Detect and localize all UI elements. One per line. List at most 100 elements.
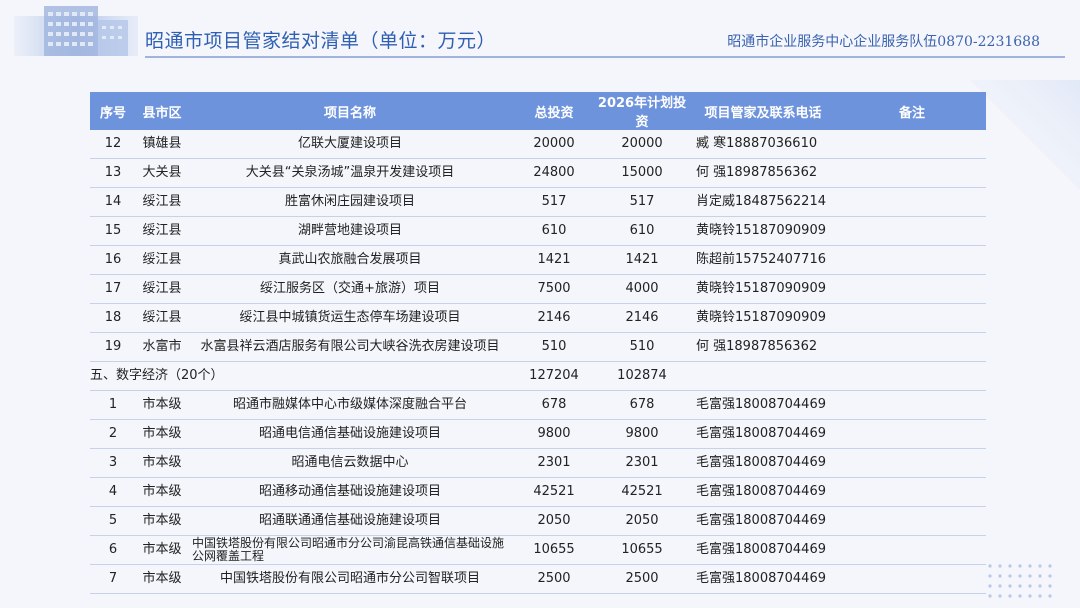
column-header-plan-2026: 2026年计划投资 xyxy=(596,92,688,130)
column-header-county: 县市区 xyxy=(136,92,188,130)
cell-remarks xyxy=(838,187,986,217)
cell-remarks xyxy=(838,332,986,362)
cell-remarks xyxy=(838,419,986,449)
cell-index: 2 xyxy=(90,419,136,449)
cell-manager: 毛富强18008704469 xyxy=(688,506,838,536)
cell-county: 市本级 xyxy=(136,448,188,478)
cell-plan: 610 xyxy=(596,216,688,246)
cell-project-name: 绥江服务区（交通+旅游）项目 xyxy=(188,274,512,304)
cell-project-name: 中国铁塔股份有限公司昭通市分公司智联项目 xyxy=(188,564,512,594)
cell-index: 7 xyxy=(90,564,136,594)
table-row: 6 市本级 中国铁塔股份有限公司昭通市分公司渝昆高铁通信基础设施公网覆盖工程 1065… xyxy=(90,535,986,565)
cell-plan: 517 xyxy=(596,187,688,217)
cell-index: 17 xyxy=(90,274,136,304)
cell-manager: 毛富强18008704469 xyxy=(688,419,838,449)
cell-plan: 510 xyxy=(596,332,688,362)
cell-index: 6 xyxy=(90,535,136,565)
cell-plan: 1421 xyxy=(596,245,688,275)
cell-index: 16 xyxy=(90,245,136,275)
project-table-container: 序号 县市区 项目名称 总投资 2026年计划投资 项目管家及联系电话 备注 1… xyxy=(90,92,986,594)
cell-plan: 10655 xyxy=(596,535,688,565)
table-row: 14 绥江县 胜富休闲庄园建设项目 517 517 肖定威18487562214 xyxy=(90,187,986,217)
cell-county: 绥江县 xyxy=(136,303,188,333)
table-row: 4 市本级 昭通移动通信基础设施建设项目 42521 42521 毛富强180087044… xyxy=(90,477,986,507)
cell-plan: 42521 xyxy=(596,477,688,507)
cell-total: 2301 xyxy=(512,448,596,478)
section-manager-empty xyxy=(688,361,838,391)
cell-project-name: 昭通电信通信基础设施建设项目 xyxy=(188,419,512,449)
cell-total: 10655 xyxy=(512,535,596,565)
cell-plan: 2050 xyxy=(596,506,688,536)
cell-county: 绥江县 xyxy=(136,245,188,275)
cell-county: 市本级 xyxy=(136,477,188,507)
cell-plan: 2146 xyxy=(596,303,688,333)
cell-remarks xyxy=(838,506,986,536)
cell-total: 2500 xyxy=(512,564,596,594)
cell-project-name: 湖畔营地建设项目 xyxy=(188,216,512,246)
cell-manager: 肖定威18487562214 xyxy=(688,187,838,217)
cell-project-name: 昭通电信云数据中心 xyxy=(188,448,512,478)
cell-total: 678 xyxy=(512,390,596,420)
cell-total: 1421 xyxy=(512,245,596,275)
cell-project-name: 真武山农旅融合发展项目 xyxy=(188,245,512,275)
page-header: 昭通市项目管家结对清单（单位：万元） 昭通市企业服务中心企业服务队伍0870-2… xyxy=(0,0,1080,80)
cell-remarks xyxy=(838,564,986,594)
table-row: 19 水富市 水富县祥云酒店服务有限公司大峡谷洗衣房建设项目 510 510 何 强189… xyxy=(90,332,986,362)
dot-grid-decoration xyxy=(988,564,1052,598)
cell-remarks xyxy=(838,390,986,420)
cell-county: 市本级 xyxy=(136,506,188,536)
cell-remarks xyxy=(838,303,986,333)
cell-total: 517 xyxy=(512,187,596,217)
cell-project-name: 中国铁塔股份有限公司昭通市分公司渝昆高铁通信基础设施公网覆盖工程 xyxy=(188,535,512,565)
cell-project-name: 昭通移动通信基础设施建设项目 xyxy=(188,477,512,507)
cell-project-name: 昭通联通通信基础设施建设项目 xyxy=(188,506,512,536)
cell-county: 市本级 xyxy=(136,419,188,449)
table-row: 7 市本级 中国铁塔股份有限公司昭通市分公司智联项目 2500 2500 毛富强18008… xyxy=(90,564,986,594)
cell-manager: 黄晓铃15187090909 xyxy=(688,216,838,246)
cell-total: 24800 xyxy=(512,158,596,188)
cell-manager: 毛富强18008704469 xyxy=(688,448,838,478)
cell-total: 510 xyxy=(512,332,596,362)
cell-county: 大关县 xyxy=(136,158,188,188)
cell-plan: 2500 xyxy=(596,564,688,594)
cell-total: 2146 xyxy=(512,303,596,333)
cell-index: 13 xyxy=(90,158,136,188)
table-row: 13 大关县 大关县“关泉汤城”温泉开发建设项目 24800 15000 何 强18987… xyxy=(90,158,986,188)
cell-plan: 4000 xyxy=(596,274,688,304)
column-header-index: 序号 xyxy=(90,92,136,130)
table-row: 1 市本级 昭通市融媒体中心市级媒体深度融合平台 678 678 毛富强180087044… xyxy=(90,390,986,420)
cell-manager: 毛富强18008704469 xyxy=(688,564,838,594)
section-total: 127204 xyxy=(512,361,596,391)
cell-county: 绥江县 xyxy=(136,216,188,246)
cell-manager: 黄晓铃15187090909 xyxy=(688,274,838,304)
cell-remarks xyxy=(838,158,986,188)
cell-remarks xyxy=(838,130,986,159)
table-row: 16 绥江县 真武山农旅融合发展项目 1421 1421 陈超前15752407716 xyxy=(90,245,986,275)
cell-manager: 臧 寒18887036610 xyxy=(688,130,838,159)
column-header-project-name: 项目名称 xyxy=(188,92,512,130)
cell-county: 市本级 xyxy=(136,390,188,420)
cell-county: 市本级 xyxy=(136,564,188,594)
cell-remarks xyxy=(838,448,986,478)
building-logo-icon xyxy=(14,6,138,56)
cell-project-name: 大关县“关泉汤城”温泉开发建设项目 xyxy=(188,158,512,188)
cell-remarks xyxy=(838,216,986,246)
column-header-remarks: 备注 xyxy=(838,92,986,130)
table-row: 3 市本级 昭通电信云数据中心 2301 2301 毛富强18008704469 xyxy=(90,448,986,478)
cell-total: 7500 xyxy=(512,274,596,304)
corner-gradient-decoration xyxy=(970,80,1080,190)
section-row-digital-economy: 五、数字经济（20个） 127204 102874 xyxy=(90,361,986,391)
section-label: 五、数字经济（20个） xyxy=(90,361,512,391)
project-table: 序号 县市区 项目名称 总投资 2026年计划投资 项目管家及联系电话 备注 1… xyxy=(90,92,986,594)
cell-index: 3 xyxy=(90,448,136,478)
cell-project-name: 亿联大厦建设项目 xyxy=(188,130,512,159)
cell-project-name: 水富县祥云酒店服务有限公司大峡谷洗衣房建设项目 xyxy=(188,332,512,362)
cell-county: 绥江县 xyxy=(136,187,188,217)
cell-index: 12 xyxy=(90,130,136,159)
cell-index: 19 xyxy=(90,332,136,362)
table-row: 5 市本级 昭通联通通信基础设施建设项目 2050 2050 毛富强18008704469 xyxy=(90,506,986,536)
cell-total: 9800 xyxy=(512,419,596,449)
cell-manager: 毛富强18008704469 xyxy=(688,390,838,420)
table-row: 12 镇雄县 亿联大厦建设项目 20000 20000 臧 寒18887036610 xyxy=(90,130,986,159)
cell-remarks xyxy=(838,477,986,507)
